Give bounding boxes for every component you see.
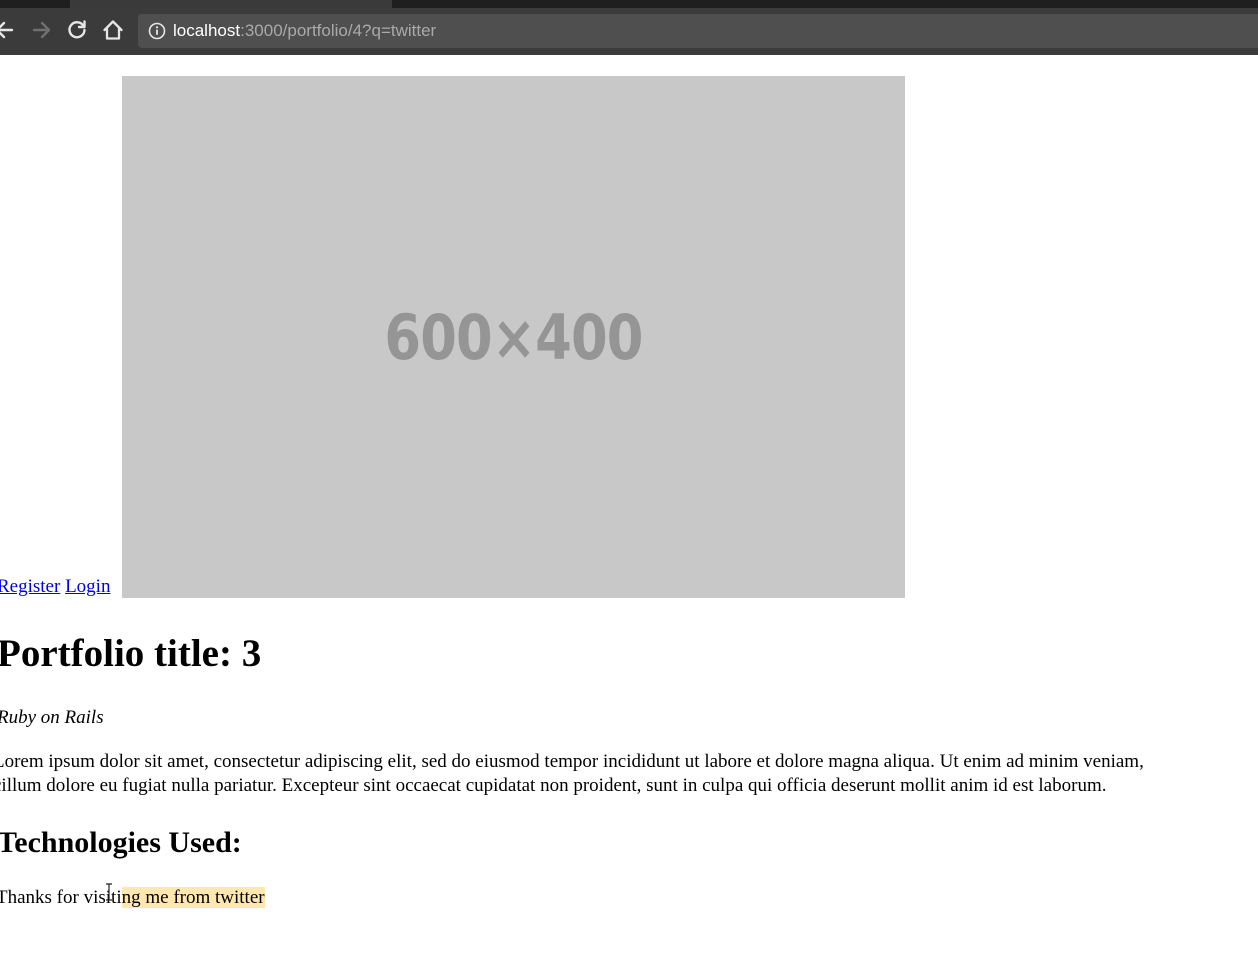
portfolio-body: Lorem ipsum dolor sit amet, consectetur … (0, 750, 1258, 798)
tab-strip (0, 0, 1258, 8)
url-host: localhost (173, 21, 241, 40)
text-cursor-icon (104, 883, 114, 901)
login-link[interactable]: Login (65, 576, 110, 597)
url-text[interactable]: localhost:3000/portfolio/4?q=twitter (173, 20, 436, 42)
home-icon[interactable] (101, 18, 125, 42)
auth-nav: Register Login (0, 576, 110, 598)
active-tab[interactable] (70, 0, 392, 8)
address-bar[interactable]: localhost:3000/portfolio/4?q=twitter (138, 14, 1258, 48)
url-path: :3000/portfolio/4?q=twitter (240, 21, 437, 40)
browser-chrome: localhost:3000/portfolio/4?q=twitter (0, 0, 1258, 55)
portfolio-image: 600×400 (122, 76, 905, 598)
reload-icon[interactable] (65, 18, 89, 42)
body-line-2: cillum dolore eu fugiat nulla pariatur. … (0, 775, 1107, 796)
source-message: Thanks for visiting me from twitter (0, 886, 265, 910)
technologies-heading: Technologies Used: (0, 826, 242, 859)
arrow-right-icon[interactable] (30, 18, 54, 42)
info-icon[interactable] (148, 22, 166, 40)
selected-text: ng me from twitter (121, 887, 265, 908)
image-placeholder-label: 600×400 (384, 300, 643, 374)
arrow-left-icon[interactable] (0, 18, 16, 42)
page-content: 600×400 Register Login Portfolio title: … (0, 55, 1258, 960)
browser-toolbar: localhost:3000/portfolio/4?q=twitter (0, 8, 1258, 55)
portfolio-subtitle: Ruby on Rails (0, 707, 104, 728)
body-line-1: Lorem ipsum dolor sit amet, consectetur … (0, 751, 1144, 772)
register-link[interactable]: Register (0, 576, 60, 597)
page-title: Portfolio title: 3 (0, 632, 262, 675)
